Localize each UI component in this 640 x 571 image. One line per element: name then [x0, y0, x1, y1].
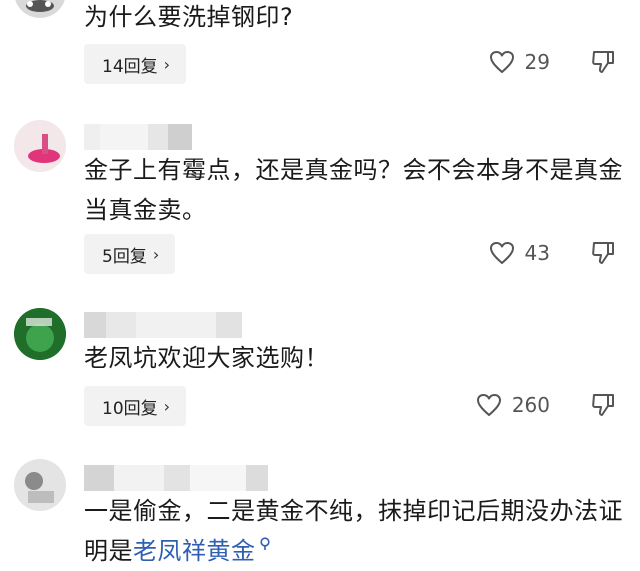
chevron-right-icon: › [163, 54, 171, 74]
reply-button[interactable]: 5回复 › [84, 234, 176, 274]
username[interactable] [84, 312, 242, 338]
heart-icon [489, 242, 514, 264]
username[interactable] [84, 465, 268, 491]
comment-text: 金子上有霉点，还是真金吗？会不会本身不是真金当真金卖。 [84, 156, 623, 224]
like-count: 29 [524, 50, 550, 74]
like-button[interactable]: 43 [489, 233, 550, 273]
chevron-right-icon: › [163, 396, 171, 416]
like-count: 43 [524, 241, 550, 265]
username[interactable] [84, 124, 192, 150]
heart-icon [489, 51, 514, 73]
comment-text: 为什么要洗掉钢印? [84, 3, 294, 31]
keyword-link[interactable]: 老凤祥黄金 [133, 537, 256, 565]
reply-count: 14回复 [102, 56, 158, 77]
dislike-button[interactable] [588, 233, 618, 273]
comment-text: 老凤坑欢迎大家选购！ [84, 344, 329, 372]
like-button[interactable]: 29 [489, 42, 550, 82]
avatar[interactable] [14, 0, 66, 18]
reply-button[interactable]: 14回复 › [84, 44, 187, 84]
heart-icon [476, 394, 501, 416]
like-button[interactable]: 260 [476, 385, 550, 425]
avatar[interactable] [14, 308, 66, 360]
dislike-button[interactable] [588, 385, 618, 425]
chevron-right-icon: › [152, 244, 160, 264]
reply-button[interactable]: 10回复 › [84, 386, 187, 426]
thumbs-down-icon [592, 242, 614, 264]
thumbs-down-icon [592, 394, 614, 416]
avatar[interactable] [14, 459, 66, 511]
thumbs-down-icon [592, 51, 614, 73]
search-icon[interactable] [258, 537, 272, 551]
reply-count: 5回复 [102, 246, 147, 267]
dislike-button[interactable] [588, 42, 618, 82]
like-count: 260 [511, 393, 550, 417]
avatar[interactable] [14, 120, 66, 172]
comment-text: 一是偷金，二是黄金不纯，抹掉印记后期没办法证明是老凤祥黄金 [84, 491, 624, 571]
reply-count: 10回复 [102, 398, 158, 419]
